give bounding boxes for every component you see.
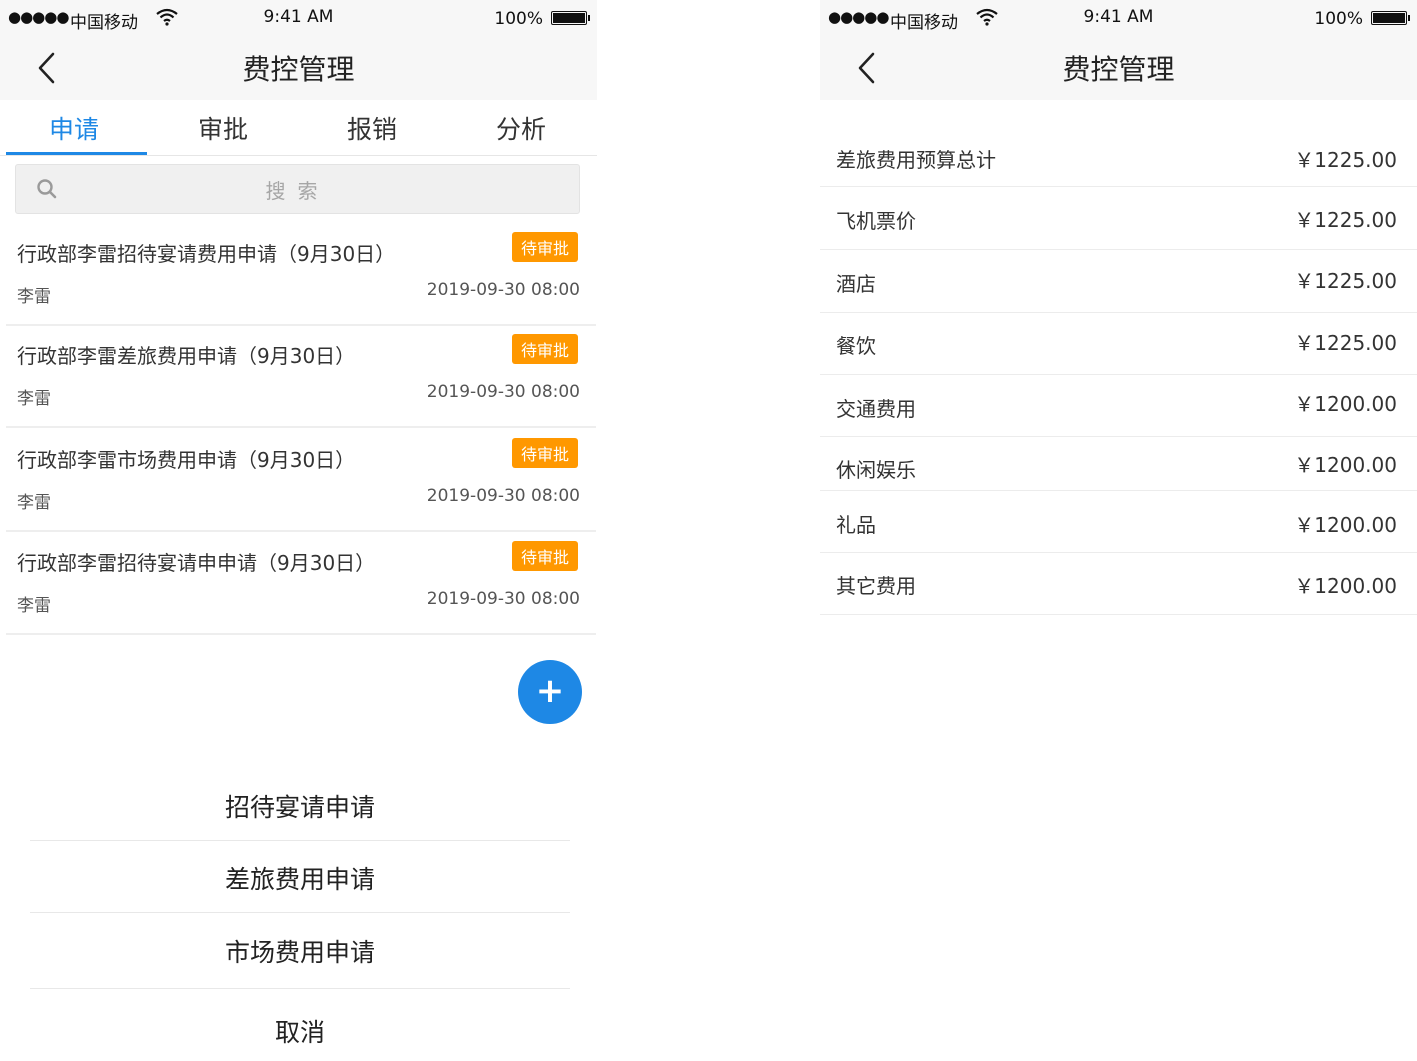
active-tab-indicator [6,152,147,155]
budget-label: 交通费用 [836,397,916,421]
plus-icon: + [535,671,565,711]
budget-value: ￥1225.00 [1294,269,1397,293]
budget-label: 飞机票价 [836,209,916,233]
divider [30,988,570,989]
application-screen: ●●●●● 中国移动 9:41 AM 100% 费控管理 差旅费用预算总计 ￥1… [820,0,1417,1061]
item-title: 行政部李雷招待宴请费用申请（9月30日） [17,242,396,266]
budget-value: ￥1225.00 [1294,208,1397,232]
budget-value: ￥1200.00 [1294,513,1397,537]
list-item[interactable]: 行政部李雷招待宴请费用申请（9月30日） 待审批 李雷 2019-09-30 0… [6,222,596,326]
item-title: 行政部李雷差旅费用申请（9月30日） [17,344,356,368]
battery-icon [551,11,590,25]
item-user: 李雷 [17,596,51,616]
budget-label: 差旅费用预算总计 [836,148,996,172]
list-item[interactable]: 行政部李雷市场费用申请（9月30日） 待审批 李雷 2019-09-30 08:… [6,428,596,532]
item-title: 行政部李雷招待宴请申申请（9月30日） [17,551,376,575]
tab-analysis[interactable]: 分析 [446,110,596,146]
item-time: 2019-09-30 08:00 [426,280,580,300]
budget-value: ￥1200.00 [1294,574,1397,598]
battery-percent: 100% [1314,9,1363,29]
item-user: 李雷 [17,493,51,513]
budget-value: ￥1225.00 [1294,148,1397,172]
cancel-button[interactable]: 取消 [30,1013,570,1049]
status-badge: 待审批 [511,438,578,468]
budget-value: ￥1200.00 [1294,453,1397,477]
nav-bar: 费控管理 [0,36,597,100]
budget-row: 交通费用 ￥1200.00 [820,375,1417,437]
option-travel-apply[interactable]: 差旅费用申请 [30,860,570,896]
add-button[interactable]: + [518,660,582,724]
nav-bar: 费控管理 [820,36,1417,100]
tab-apply[interactable]: 申请 [0,110,149,146]
budget-label: 礼品 [836,513,876,537]
item-time: 2019-09-30 08:00 [426,382,580,402]
list-item[interactable]: 行政部李雷差旅费用申请（9月30日） 待审批 李雷 2019-09-30 08:… [6,324,596,428]
budget-row: 其它费用 ￥1200.00 [820,553,1417,615]
status-bar: ●●●●● 中国移动 9:41 AM 100% [0,0,597,36]
budget-row: 酒店 ￥1225.00 [820,250,1417,313]
search-input[interactable]: 搜索 [15,164,580,214]
page-title: 费控管理 [1062,53,1175,86]
battery-icon [1371,11,1410,25]
budget-label: 餐饮 [836,334,876,358]
item-time: 2019-09-30 08:00 [426,589,580,609]
option-marketing-apply[interactable]: 市场费用申请 [30,933,570,969]
item-user: 李雷 [17,389,51,409]
item-time: 2019-09-30 08:00 [426,486,580,506]
divider [30,912,570,913]
budget-row: 飞机票价 ￥1225.00 [820,187,1417,250]
budget-row: 休闲娱乐 ￥1200.00 [820,437,1417,491]
status-badge: 待审批 [511,334,578,364]
page-title: 费控管理 [242,53,355,86]
item-user: 李雷 [17,287,51,307]
option-entertainment-apply[interactable]: 招待宴请申请 [30,788,570,824]
budget-value: ￥1200.00 [1294,392,1397,416]
tab-bar: 申请 审批 报销 分析 [0,100,597,156]
status-bar: ●●●●● 中国移动 9:41 AM 100% [820,0,1417,36]
status-badge: 待审批 [511,232,578,262]
list-item[interactable]: 行政部李雷招待宴请申申请（9月30日） 待审批 李雷 2019-09-30 08… [6,531,596,635]
budget-row: 礼品 ￥1200.00 [820,491,1417,553]
budget-label: 休闲娱乐 [836,458,916,482]
item-title: 行政部李雷市场费用申请（9月30日） [17,448,356,472]
budget-label: 酒店 [836,272,876,296]
budget-row: 差旅费用预算总计 ￥1225.00 [820,126,1417,187]
application-screen: ●●●●● 中国移动 9:41 AM 100% 费控管理 申请 审批 报销 分析… [0,0,597,1061]
tab-reimburse[interactable]: 报销 [297,110,447,146]
battery-percent: 100% [494,9,543,29]
budget-row: 餐饮 ￥1225.00 [820,313,1417,375]
divider [30,840,570,841]
budget-value: ￥1225.00 [1294,331,1397,355]
tab-approve[interactable]: 审批 [148,110,298,146]
status-badge: 待审批 [511,541,578,571]
budget-label: 其它费用 [836,574,916,598]
search-placeholder: 搜索 [265,179,330,203]
